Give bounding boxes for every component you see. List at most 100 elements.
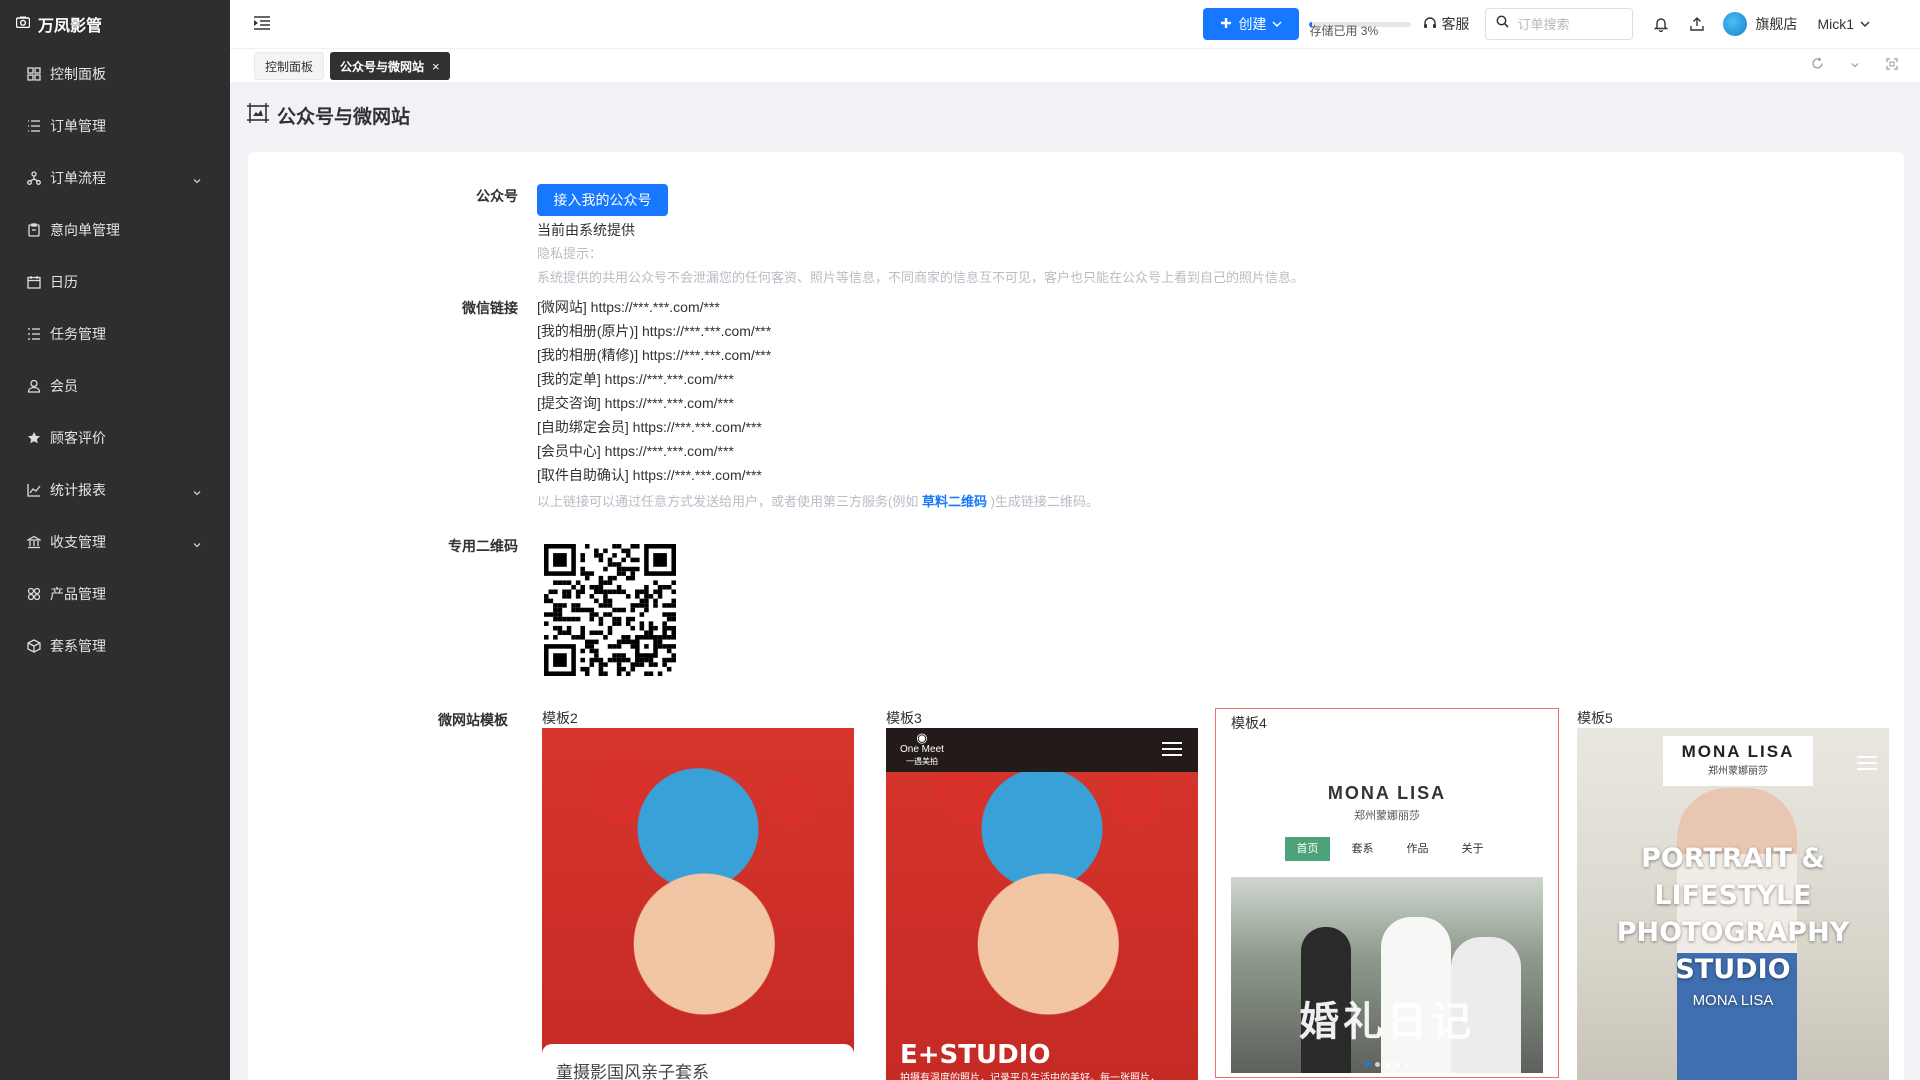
sidebar-item-label: 顾客评价 — [50, 430, 106, 446]
qr-label: 专用二维码 — [448, 538, 518, 554]
nav-about: 关于 — [1461, 843, 1484, 855]
chevron-down-icon — [192, 537, 202, 548]
wechat-link-item: [提交咨询] https://***.***.com/*** — [537, 395, 734, 411]
template-2[interactable]: 模板2 童摄影国风亲子套系 — [542, 708, 854, 1080]
flow-icon — [26, 170, 42, 186]
connect-official-account-button[interactable]: 接入我的公众号 — [537, 184, 668, 216]
sidebar-item-6[interactable]: 会员 — [0, 360, 230, 412]
headline-line: PORTRAIT & — [1641, 843, 1825, 874]
tab-dashboard[interactable]: 控制面板 — [254, 52, 325, 80]
studio-tagline: 拍摄有温度的照片，记录平凡生活中的美好。每一张照片， — [900, 1073, 1160, 1080]
store-switcher[interactable]: 旗舰店 — [1723, 12, 1797, 36]
chevron-down-icon[interactable] — [1850, 57, 1860, 75]
menu-icon — [1857, 756, 1877, 770]
frame-icon — [247, 102, 269, 129]
close-icon[interactable]: × — [432, 59, 440, 74]
qr-code-image — [544, 544, 676, 676]
user-menu[interactable]: Mick1 — [1817, 16, 1870, 32]
template-5[interactable]: 模板5 MONA LISA 郑州蒙娜丽莎 PORTRAIT & LIFESTYL… — [1577, 708, 1889, 1080]
sidebar-item-3[interactable]: 意向单管理 — [0, 204, 230, 256]
top-bar: 创建 存储已用 3% 客服 旗舰店 — [230, 0, 1920, 48]
sidebar-item-label: 订单管理 — [50, 118, 106, 134]
content-card: 公众号 接入我的公众号 当前由系统提供 隐私提示： 系统提供的共用公众号不会泄漏… — [248, 152, 1904, 1080]
brand-name: 万凤影管 — [38, 18, 103, 35]
service-label: 客服 — [1441, 16, 1470, 32]
sidebar-item-label: 日历 — [50, 274, 78, 290]
sidebar-item-label: 产品管理 — [50, 586, 106, 602]
order-search[interactable] — [1485, 8, 1634, 40]
sidebar-item-4[interactable]: 日历 — [0, 256, 230, 308]
product-icon — [26, 586, 42, 602]
task-list-icon — [26, 326, 42, 342]
sidebar-item-label: 订单流程 — [50, 170, 106, 186]
sidebar: 万凤影管 控制面板订单管理订单流程意向单管理日历任务管理 会员顾客评价统计报表收支… — [0, 0, 230, 1080]
nav-works: 作品 — [1406, 843, 1429, 855]
template-4-nav: 首页 套系 作品 关于 — [1285, 837, 1505, 861]
plus-icon — [1220, 16, 1232, 32]
logo-line-2: 一遇美拍 — [905, 757, 938, 766]
chevron-down-icon — [1860, 16, 1870, 32]
menu-icon — [1162, 742, 1182, 756]
mona-lisa-brand: MONA LISA — [1327, 783, 1447, 803]
studio-title: E+STUDIO — [900, 1040, 1051, 1070]
sidebar-item-1[interactable]: 订单管理 — [0, 100, 230, 152]
mona-lisa-logo: MONA LISA 郑州蒙娜丽莎 — [1663, 736, 1813, 786]
sidebar-item-label: 统计报表 — [50, 482, 106, 498]
brand[interactable]: 万凤影管 — [0, 0, 230, 48]
templates-label: 微网站模板 — [438, 712, 508, 728]
sidebar-item-11[interactable]: 套系管理 — [0, 620, 230, 672]
search-icon — [1496, 15, 1510, 33]
template-name: 模板4 — [1231, 715, 1267, 731]
account-status: 当前由系统提供 — [537, 222, 635, 238]
menu-toggle-icon[interactable] — [254, 16, 272, 32]
headset-icon — [1423, 16, 1437, 33]
wechat-link-item: [自助绑定会员] https://***.***.com/*** — [537, 419, 762, 435]
tab-official-account[interactable]: 公众号与微网站 × — [330, 52, 450, 80]
bell-icon[interactable] — [1651, 14, 1671, 34]
upload-icon[interactable] — [1687, 14, 1707, 34]
portrait-headline: PORTRAIT & LIFESTYLE PHOTOGRAPHY STUDIO — [1577, 840, 1889, 988]
wechat-link-item: [我的定单] https://***.***.com/*** — [537, 371, 734, 387]
clipboard-icon — [26, 222, 42, 238]
wechat-links-label: 微信链接 — [462, 300, 518, 316]
create-button[interactable]: 创建 — [1203, 8, 1300, 40]
sidebar-item-label: 意向单管理 — [50, 222, 120, 238]
links-note-before: 以上链接可以通过任意方式发送给用户，或者使用第三方服务(例如 — [537, 494, 922, 509]
chevron-down-icon — [192, 173, 202, 184]
sidebar-item-10[interactable]: 产品管理 — [0, 568, 230, 620]
camera-icon — [15, 15, 31, 33]
mona-lisa-brand: MONA LISA — [1681, 742, 1795, 761]
sidebar-item-5[interactable]: 任务管理 — [0, 308, 230, 360]
sidebar-item-9[interactable]: 收支管理 — [0, 516, 230, 568]
sidebar-item-8[interactable]: 统计报表 — [0, 464, 230, 516]
tab-label: 公众号与微网站 — [340, 59, 425, 74]
template-3[interactable]: 模板3 ◉ One Meet 一遇美拍 E+STUDIO 拍摄有温度的照片，记录… — [886, 708, 1198, 1080]
storage-usage: 存储已用 3% — [1309, 21, 1412, 38]
carousel-dots — [1231, 1062, 1543, 1067]
page-title-text: 公众号与微网站 — [277, 107, 411, 128]
page-title: 公众号与微网站 — [247, 102, 410, 129]
create-label: 创建 — [1238, 16, 1267, 32]
template-name: 模板5 — [1577, 710, 1613, 726]
wechat-link-item: [会员中心] https://***.***.com/*** — [537, 443, 734, 459]
search-input[interactable] — [1517, 16, 1618, 32]
sidebar-item-2[interactable]: 订单流程 — [0, 152, 230, 204]
template-name: 模板2 — [542, 710, 578, 726]
headline-line: PHOTOGRAPHY — [1616, 917, 1850, 948]
nav-home: 首页 — [1285, 837, 1330, 861]
refresh-icon[interactable] — [1811, 57, 1824, 75]
sidebar-item-0[interactable]: 控制面板 — [0, 48, 230, 100]
links-note: 以上链接可以通过任意方式发送给用户，或者使用第三方服务(例如 草料二维码 )生成… — [537, 491, 1099, 510]
customer-service-button[interactable]: 客服 — [1423, 14, 1469, 34]
template-2-thumbnail: 童摄影国风亲子套系 — [542, 728, 854, 1080]
headline-line: STUDIO — [1675, 954, 1791, 985]
chart-icon — [26, 482, 42, 498]
grid-icon — [26, 66, 42, 82]
privacy-title: 隐私提示： — [537, 246, 603, 261]
sidebar-item-7[interactable]: 顾客评价 — [0, 412, 230, 464]
template-4[interactable]: 模板4 MONA LISA 郑州蒙娜丽莎 首页 套系 作品 关于 婚礼日记 — [1215, 708, 1559, 1078]
logo-line-1: One Meet — [900, 744, 944, 755]
caoliao-qr-link[interactable]: 草料二维码 — [922, 494, 987, 509]
fullscreen-icon[interactable] — [1886, 57, 1898, 75]
wechat-link-item: [微网站] https://***.***.com/*** — [537, 299, 720, 315]
